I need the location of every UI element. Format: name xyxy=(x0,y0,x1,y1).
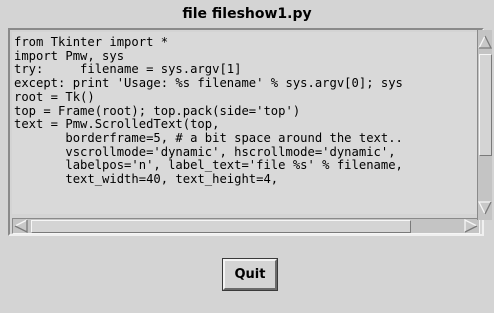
code-line: import Pmw, sys xyxy=(14,48,125,63)
text-area[interactable]: from Tkinter import * import Pmw, sys tr… xyxy=(12,32,481,214)
arrow-down-icon[interactable] xyxy=(478,200,492,216)
quit-button[interactable]: Quit xyxy=(222,258,278,291)
code-line: from Tkinter import * xyxy=(14,35,169,49)
arrow-up-icon[interactable] xyxy=(478,34,492,50)
vertical-scrollbar[interactable] xyxy=(477,30,492,220)
scrolled-text-frame: from Tkinter import * import Pmw, sys tr… xyxy=(8,28,484,236)
code-line: borderframe=5, # a bit space around the … xyxy=(14,130,403,145)
code-line: try: filename = sys.argv[1] xyxy=(14,62,242,77)
arrow-right-icon[interactable] xyxy=(463,219,479,233)
horizontal-scrollbar[interactable] xyxy=(12,218,480,234)
code-line: top = Frame(root); top.pack(side='top') xyxy=(14,103,301,118)
code-line: vscrollmode='dynamic', hscrollmode='dyna… xyxy=(14,144,396,159)
code-line: text = Pmw.ScrolledText(top, xyxy=(14,117,220,132)
scrolled-text-label: file fileshow1.py xyxy=(182,6,312,22)
code-line: except: print 'Usage: %s filename' % sys… xyxy=(14,76,403,91)
code-line: root = Tk() xyxy=(14,89,95,104)
arrow-left-icon[interactable] xyxy=(13,219,29,233)
code-line: labelpos='n', label_text='file %s' % fil… xyxy=(14,158,403,173)
code-line: text_width=40, text_height=4, xyxy=(14,172,279,187)
tk-window: file fileshow1.py from Tkinter import * … xyxy=(0,0,494,313)
vertical-scroll-thumb[interactable] xyxy=(479,54,492,156)
code-text: from Tkinter import * import Pmw, sys tr… xyxy=(12,32,481,187)
horizontal-scroll-thumb[interactable] xyxy=(31,220,411,233)
